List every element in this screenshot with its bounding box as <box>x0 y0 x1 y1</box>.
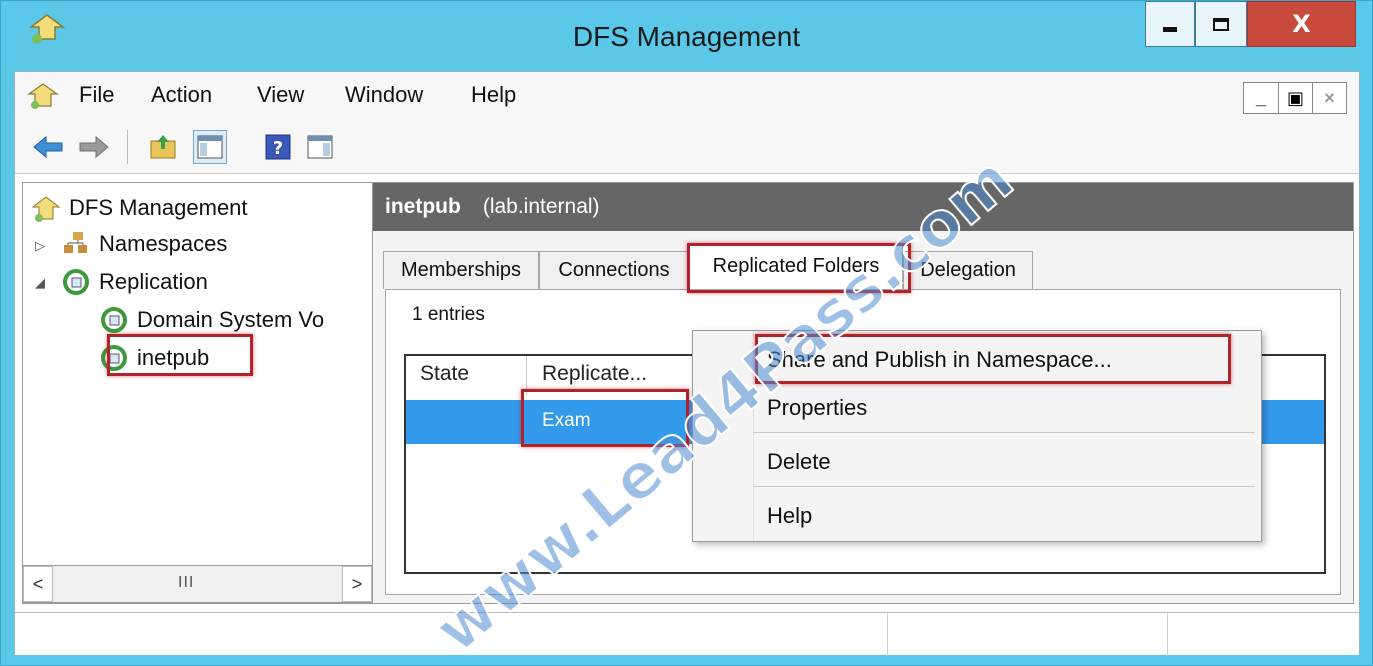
tab-replicated-folders[interactable]: Replicated Folders <box>689 243 903 289</box>
dfs-management-window: DFS Management X File Action View Window… <box>0 0 1373 666</box>
mmc-icon[interactable] <box>27 80 59 110</box>
tab-connections[interactable]: Connections <box>539 251 689 289</box>
chevron-right-icon: > <box>351 573 363 594</box>
group-name: inetpub <box>385 195 461 218</box>
up-folder-icon <box>150 135 176 159</box>
expand-icon[interactable]: ▷ <box>35 238 45 254</box>
scroll-left-button[interactable]: < <box>23 566 53 602</box>
replication-group-icon <box>101 307 127 333</box>
tree-item-replication[interactable]: Replication <box>61 267 208 297</box>
replication-group-icon <box>101 345 127 371</box>
tree-item-domain-system-volume[interactable]: Domain System Vo <box>99 305 324 335</box>
minimize-icon <box>1163 26 1177 32</box>
tree-item-namespaces[interactable]: Namespaces <box>61 229 227 259</box>
menu-file[interactable]: File <box>79 82 114 108</box>
collapse-icon[interactable]: ◢ <box>35 275 45 291</box>
replicated-folder-name[interactable]: Exam <box>542 410 591 432</box>
toolbar-separator <box>127 130 128 164</box>
dfs-app-icon <box>31 196 61 222</box>
svg-text:?: ? <box>273 138 283 159</box>
help-icon: ? <box>265 134 291 160</box>
back-arrow-icon <box>33 135 63 159</box>
console-tree: DFS Management ▷ Namespaces ◢ Replicatio… <box>22 182 373 604</box>
mdi-minimize-button[interactable]: _ <box>1244 83 1278 113</box>
client-area: File Action View Window Help _ ▣ × ? DFS… <box>14 71 1360 656</box>
namespaces-icon <box>64 232 87 253</box>
tree-item-label: Namespaces <box>99 231 228 256</box>
console-tree-icon <box>197 135 223 159</box>
column-header-state[interactable]: State <box>420 362 469 386</box>
minimize-icon: _ <box>1255 87 1266 108</box>
tree-item-label: Domain System Vo <box>137 307 325 332</box>
menu-icon-gutter <box>753 331 754 541</box>
restore-icon: ▣ <box>1286 87 1304 108</box>
menu-bar: File Action View Window Help _ ▣ × <box>15 72 1359 118</box>
status-cell <box>1167 613 1168 656</box>
tree-item-label: inetpub <box>137 345 210 370</box>
status-bar <box>15 612 1359 656</box>
mdi-close-button[interactable]: × <box>1312 83 1346 113</box>
action-pane-icon <box>307 135 333 159</box>
menu-window[interactable]: Window <box>345 82 423 108</box>
replication-icon <box>63 269 89 295</box>
chevron-left-icon: < <box>32 573 44 594</box>
minimize-button[interactable] <box>1145 1 1195 47</box>
status-cell <box>887 613 888 656</box>
show-hide-action-pane-button[interactable] <box>303 130 337 164</box>
tree-item-inetpub[interactable]: inetpub <box>99 343 209 373</box>
title-bar: DFS Management X <box>1 1 1372 71</box>
tree-horizontal-scrollbar[interactable]: < III > <box>22 565 373 603</box>
tree-item-label: DFS Management <box>69 195 248 220</box>
column-divider[interactable] <box>526 356 527 396</box>
entries-count: 1 entries <box>412 304 485 325</box>
menu-help-item[interactable]: Help <box>767 503 812 529</box>
mdi-restore-button[interactable]: ▣ <box>1278 83 1312 113</box>
tab-memberships[interactable]: Memberships <box>383 251 539 289</box>
close-button[interactable]: X <box>1247 1 1356 47</box>
context-menu: Share and Publish in Namespace... Proper… <box>692 330 1262 542</box>
column-header-replicated-folder[interactable]: Replicate... <box>542 362 647 386</box>
up-folder-button[interactable] <box>147 130 181 164</box>
maximize-icon <box>1213 17 1229 31</box>
details-header: inetpub (lab.internal) <box>373 183 1353 231</box>
close-icon: X <box>1292 10 1311 38</box>
scroll-right-button[interactable]: > <box>342 566 372 602</box>
menu-help[interactable]: Help <box>471 82 516 108</box>
close-icon: × <box>1324 87 1335 108</box>
tree-item-dfs-management[interactable]: DFS Management <box>31 193 248 223</box>
menu-properties[interactable]: Properties <box>767 395 867 421</box>
group-domain: (lab.internal) <box>482 195 600 218</box>
maximize-button[interactable] <box>1195 1 1247 47</box>
menu-separator <box>753 432 1255 433</box>
menu-view[interactable]: View <box>257 82 304 108</box>
help-toolbar-button[interactable]: ? <box>261 130 295 164</box>
forward-button[interactable] <box>77 130 111 164</box>
forward-arrow-icon <box>79 135 109 159</box>
mdi-controls: _ ▣ × <box>1243 82 1347 114</box>
menu-separator <box>753 486 1255 487</box>
back-button[interactable] <box>31 130 65 164</box>
scroll-thumb-grip[interactable]: III <box>178 574 194 592</box>
toolbar: ? <box>15 118 1359 174</box>
menu-share-and-publish[interactable]: Share and Publish in Namespace... <box>767 347 1112 373</box>
show-hide-tree-button[interactable] <box>193 130 227 164</box>
menu-delete[interactable]: Delete <box>767 449 831 475</box>
menu-action[interactable]: Action <box>151 82 212 108</box>
tree-item-label: Replication <box>99 269 208 294</box>
tab-delegation[interactable]: Delegation <box>903 251 1033 289</box>
